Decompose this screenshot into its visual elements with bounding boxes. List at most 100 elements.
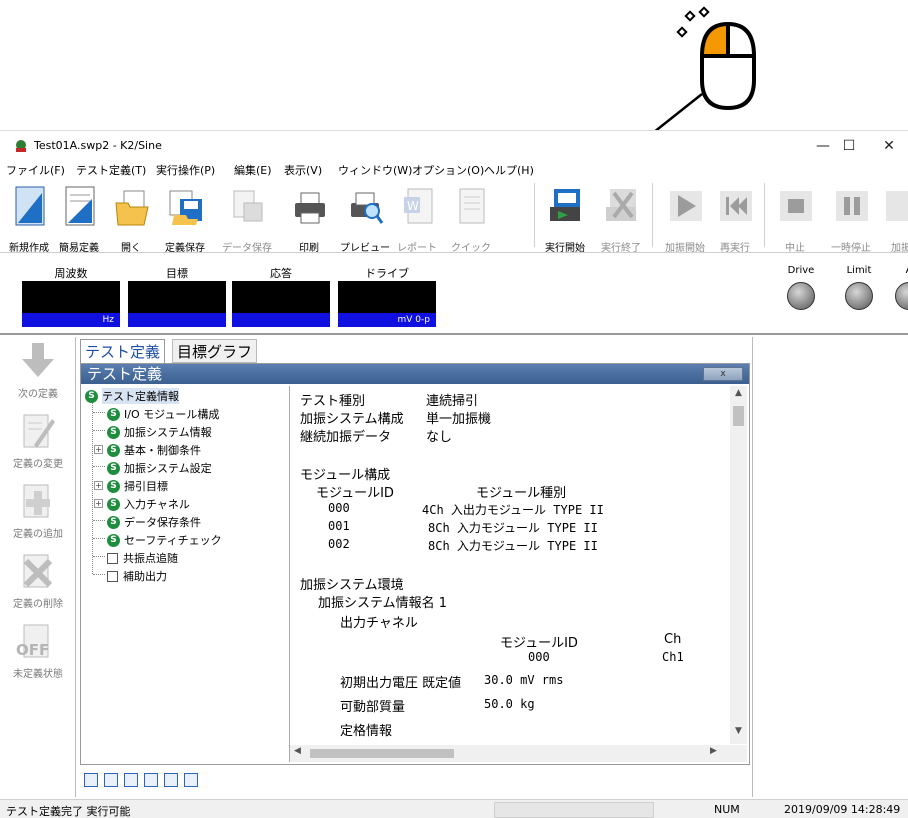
output-module-id: 000 <box>528 650 550 664</box>
horizontal-scroll-thumb[interactable] <box>310 749 454 758</box>
preview-button[interactable]: プレビュー <box>340 183 390 254</box>
undefined-state-button[interactable]: OFF 未定義状態 <box>0 619 76 687</box>
module-type: 8Ch 入力モジュール TYPE II <box>428 521 598 535</box>
layout-close-icon[interactable] <box>184 773 198 787</box>
system-config-value: 単一加振機 <box>426 412 492 427</box>
menu-help[interactable]: ヘルプ(H) <box>484 162 534 178</box>
menu-file[interactable]: ファイル(F) <box>6 162 65 178</box>
run-end-button[interactable]: 実行終了 <box>596 183 646 254</box>
menu-edit[interactable]: 編集(E) <box>234 162 272 178</box>
monitor-panel: 周波数 Hz 目標 応答 ドライブ mV 0-p Drive Limit <box>0 253 908 335</box>
tree-item-excite-system-info[interactable]: S 加振システム情報 <box>107 424 212 440</box>
change-definition-button[interactable]: 定義の変更 <box>0 409 76 477</box>
checkbox-icon[interactable] <box>107 552 118 564</box>
save-definition-button[interactable]: 定義保存 <box>160 183 210 254</box>
tree-item-io-module[interactable]: S I/O モジュール構成 <box>107 406 219 422</box>
tree-item-test-info[interactable]: S テスト定義情報 <box>85 388 179 404</box>
response-monitor: 応答 <box>232 265 330 327</box>
moving-mass-value: 50.0 kg <box>484 697 535 711</box>
tree-item-resonance-tracking[interactable]: 共振点追随 <box>107 550 178 566</box>
open-button[interactable]: 開く <box>106 183 156 254</box>
print-button[interactable]: 印刷 <box>284 183 334 254</box>
tab-target-graph[interactable]: 目標グラフ <box>172 339 258 363</box>
pause-button[interactable]: 一時停止 <box>826 183 876 254</box>
menu-view[interactable]: 表示(V) <box>284 162 322 178</box>
next-definition-button[interactable]: 次の定義 <box>0 339 76 407</box>
menu-options[interactable]: オプション(O) <box>412 162 484 178</box>
vertical-scroll-thumb[interactable] <box>733 406 744 426</box>
scroll-down-icon[interactable]: ▼ <box>730 726 747 736</box>
module-id-header: モジュールID <box>316 486 394 501</box>
panel-close-button[interactable]: x <box>703 367 743 381</box>
save-data-icon <box>233 190 263 222</box>
add-definition-button[interactable]: 定義の追加 <box>0 479 76 547</box>
initial-voltage-value: 30.0 mV rms <box>484 673 564 687</box>
layout-tile-icon[interactable] <box>144 773 158 787</box>
save-data-button[interactable]: データ保存 <box>222 183 272 254</box>
scroll-right-icon[interactable]: ▶ <box>710 746 717 756</box>
simple-definition-icon <box>65 186 95 226</box>
tab-test-definition[interactable]: テスト定義 <box>80 339 166 363</box>
status-ok-icon: S <box>107 443 120 457</box>
tree-item-aux-output[interactable]: 補助出力 <box>107 568 167 584</box>
tree-item-excite-system-settings[interactable]: S 加振システム設定 <box>107 460 212 476</box>
scroll-left-icon[interactable]: ◀ <box>294 746 301 756</box>
layout-grid-icon[interactable] <box>84 773 98 787</box>
tree-item-data-save[interactable]: S データ保存条件 <box>107 514 201 530</box>
tree-item-basic-control[interactable]: + S 基本・制御条件 <box>94 442 201 458</box>
delete-x-icon <box>23 554 53 588</box>
layout-rows-icon[interactable] <box>104 773 118 787</box>
layout-cascade-icon[interactable] <box>164 773 178 787</box>
close-button[interactable]: ✕ <box>866 135 908 157</box>
app-window: Test01A.swp2 - K2/Sine — ☐ ✕ ファイル(F) テスト… <box>0 130 908 818</box>
toolbar-separator <box>534 183 535 247</box>
run-start-icon <box>550 189 580 221</box>
tree-item-sweep-target[interactable]: + S 掃引目標 <box>94 478 168 494</box>
menu-test-definition[interactable]: テスト定義(T) <box>76 162 146 178</box>
target-unit <box>128 313 226 327</box>
alarm-lamp-icon <box>895 282 908 310</box>
window-title: Test01A.swp2 - K2/Sine <box>34 139 162 152</box>
horizontal-scrollbar[interactable]: ◀ ▶ <box>290 745 747 762</box>
excite-start-button[interactable]: 加振開始 <box>660 183 710 254</box>
env-name: 加振システム情報名 1 <box>318 596 448 611</box>
quick-button[interactable]: クイック <box>446 183 496 254</box>
system-config-label: 加振システム構成 <box>300 412 404 427</box>
simple-definition-button[interactable]: 簡易定義 <box>54 183 104 254</box>
scroll-up-icon[interactable]: ▲ <box>730 388 747 398</box>
frequency-display <box>22 281 120 313</box>
stop-button[interactable]: 中止 <box>770 183 820 254</box>
status-progress <box>494 802 654 818</box>
tree-item-safety-check[interactable]: S セーフティチェック <box>107 532 222 548</box>
expand-icon[interactable]: + <box>94 445 103 454</box>
save-definition-icon <box>169 190 202 225</box>
report-button[interactable]: W レポート <box>392 183 442 254</box>
new-document-icon <box>15 186 45 226</box>
new-button[interactable]: 新規作成 <box>4 183 54 254</box>
status-message: テスト定義完了 実行可能 <box>6 805 131 818</box>
alarm-led: A <box>884 265 908 310</box>
expand-icon[interactable]: + <box>94 481 103 490</box>
rerun-button[interactable]: 再実行 <box>710 183 760 254</box>
continue-data-label: 継続加振データ <box>300 430 392 445</box>
excite-end-button[interactable]: 加振 <box>876 183 908 254</box>
status-ok-icon: S <box>107 533 120 547</box>
menu-window[interactable]: ウィンドウ(W) <box>338 162 412 178</box>
menu-run-operation[interactable]: 実行操作(P) <box>156 162 215 178</box>
target-monitor: 目標 <box>128 265 226 327</box>
delete-definition-button[interactable]: 定義の削除 <box>0 549 76 617</box>
drive-led: Drive <box>776 265 826 310</box>
toolbar-separator <box>764 183 765 247</box>
tree-item-input-channel[interactable]: + S 入力チャネル <box>94 496 190 512</box>
checkbox-icon[interactable] <box>107 570 118 582</box>
title-bar: Test01A.swp2 - K2/Sine — ☐ ✕ <box>0 131 908 159</box>
moving-mass-label: 可動部質量 <box>340 700 406 715</box>
toolbar: 新規作成 簡易定義 開く 定義保存 データ保存 印刷 プレビュー W レポート <box>0 179 908 254</box>
vertical-scrollbar[interactable]: ▲ ▼ <box>730 386 747 744</box>
printer-icon <box>295 192 325 224</box>
frequency-monitor: 周波数 Hz <box>22 265 120 327</box>
drive-display <box>338 281 436 313</box>
expand-icon[interactable]: + <box>94 499 103 508</box>
layout-columns-icon[interactable] <box>124 773 138 787</box>
run-start-button[interactable]: 実行開始 <box>540 183 590 254</box>
